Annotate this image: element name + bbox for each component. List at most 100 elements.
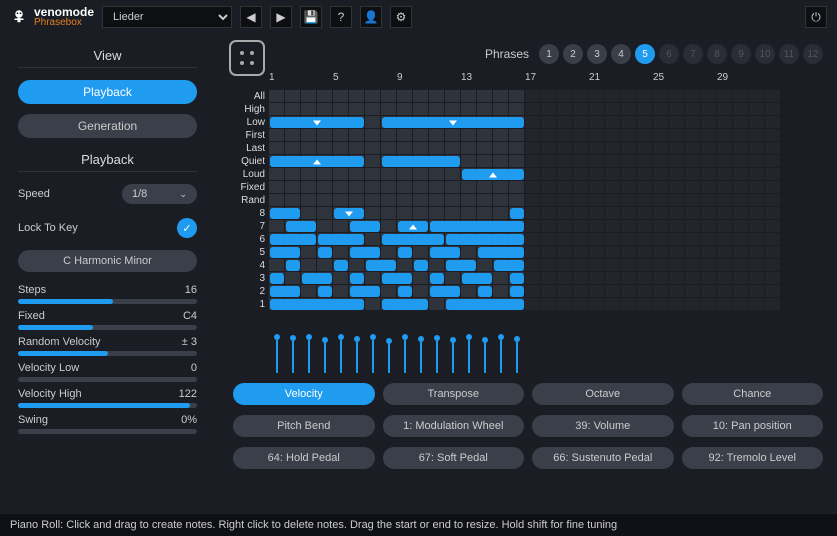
note[interactable]: [350, 247, 380, 258]
grid-cell[interactable]: [525, 90, 541, 103]
grid-cell[interactable]: [301, 207, 317, 220]
grid-cell[interactable]: [749, 246, 765, 259]
grid-cell[interactable]: [381, 246, 397, 259]
grid-cell[interactable]: [301, 194, 317, 207]
grid-cell[interactable]: [269, 129, 285, 142]
grid-cell[interactable]: [605, 246, 621, 259]
grid-cell[interactable]: [509, 194, 525, 207]
phrase-4[interactable]: 4: [611, 44, 631, 64]
user-button[interactable]: 👤: [360, 6, 382, 28]
lock-toggle[interactable]: ✓: [177, 218, 197, 238]
grid-cell[interactable]: [413, 90, 429, 103]
grid-cell[interactable]: [461, 207, 477, 220]
grid-cell[interactable]: [413, 103, 429, 116]
grid-cell[interactable]: [701, 168, 717, 181]
grid-cell[interactable]: [557, 194, 573, 207]
grid-cell[interactable]: [669, 272, 685, 285]
grid-cell[interactable]: [557, 155, 573, 168]
grid-cell[interactable]: [685, 285, 701, 298]
grid-cell[interactable]: [637, 220, 653, 233]
grid-cell[interactable]: [397, 181, 413, 194]
grid-cell[interactable]: [445, 181, 461, 194]
grid-cell[interactable]: [765, 272, 781, 285]
grid-cell[interactable]: [541, 298, 557, 311]
note[interactable]: [350, 273, 364, 284]
velocity-bar[interactable]: [493, 321, 509, 373]
grid-cell[interactable]: [701, 103, 717, 116]
grid-cell[interactable]: [349, 259, 365, 272]
grid-cell[interactable]: [317, 103, 333, 116]
grid-cell[interactable]: [573, 207, 589, 220]
vhi-slider[interactable]: [18, 403, 197, 408]
grid-cell[interactable]: [349, 129, 365, 142]
note[interactable]: [270, 234, 316, 245]
grid-cell[interactable]: [461, 181, 477, 194]
note[interactable]: [382, 299, 428, 310]
grid-cell[interactable]: [397, 103, 413, 116]
grid-cell[interactable]: [525, 155, 541, 168]
grid-cell[interactable]: [701, 285, 717, 298]
power-button[interactable]: ⏻: [805, 6, 827, 28]
grid-cell[interactable]: [637, 285, 653, 298]
grid-cell[interactable]: [557, 298, 573, 311]
grid-cell[interactable]: [461, 194, 477, 207]
grid-cell[interactable]: [749, 181, 765, 194]
velocity-bar[interactable]: [413, 321, 429, 373]
grid-cell[interactable]: [317, 207, 333, 220]
grid-cell[interactable]: [461, 129, 477, 142]
grid-cell[interactable]: [429, 194, 445, 207]
grid-cell[interactable]: [749, 116, 765, 129]
speed-dropdown[interactable]: 1/8⌄: [122, 184, 197, 204]
grid-cell[interactable]: [317, 181, 333, 194]
grid-cell[interactable]: [749, 103, 765, 116]
note[interactable]: [366, 260, 396, 271]
param-tab[interactable]: 67: Soft Pedal: [383, 447, 525, 469]
note[interactable]: [398, 286, 412, 297]
grid-cell[interactable]: [573, 298, 589, 311]
grid-cell[interactable]: [477, 181, 493, 194]
grid-cell[interactable]: [621, 259, 637, 272]
grid-cell[interactable]: [285, 103, 301, 116]
grid-cell[interactable]: [653, 298, 669, 311]
grid-cell[interactable]: [541, 129, 557, 142]
param-tab[interactable]: Transpose: [383, 383, 525, 405]
grid-cell[interactable]: [589, 272, 605, 285]
grid-cell[interactable]: [765, 246, 781, 259]
grid-cell[interactable]: [333, 285, 349, 298]
note[interactable]: [430, 221, 524, 232]
grid-cell[interactable]: [429, 298, 445, 311]
grid-cell[interactable]: [653, 194, 669, 207]
grid-cell[interactable]: [637, 168, 653, 181]
grid-cell[interactable]: [637, 129, 653, 142]
steps-slider[interactable]: [18, 299, 197, 304]
grid-cell[interactable]: [461, 90, 477, 103]
grid-cell[interactable]: [573, 103, 589, 116]
param-tab[interactable]: Chance: [682, 383, 824, 405]
grid-cell[interactable]: [541, 142, 557, 155]
grid-cell[interactable]: [573, 90, 589, 103]
grid-cell[interactable]: [493, 194, 509, 207]
grid-cell[interactable]: [525, 246, 541, 259]
grid-cell[interactable]: [525, 194, 541, 207]
note[interactable]: [382, 156, 460, 167]
grid-cell[interactable]: [589, 285, 605, 298]
grid-cell[interactable]: [621, 103, 637, 116]
grid-cell[interactable]: [685, 155, 701, 168]
grid-cell[interactable]: [669, 259, 685, 272]
grid-cell[interactable]: [317, 90, 333, 103]
note[interactable]: [350, 221, 380, 232]
grid-cell[interactable]: [717, 285, 733, 298]
note[interactable]: [446, 299, 524, 310]
grid-cell[interactable]: [669, 142, 685, 155]
grid-cell[interactable]: [685, 272, 701, 285]
grid-cell[interactable]: [365, 90, 381, 103]
grid-cell[interactable]: [621, 272, 637, 285]
param-tab[interactable]: 92: Tremolo Level: [682, 447, 824, 469]
velocity-bar[interactable]: [509, 321, 525, 373]
grid-cell[interactable]: [701, 298, 717, 311]
note[interactable]: [462, 273, 492, 284]
grid-cell[interactable]: [317, 168, 333, 181]
grid-cell[interactable]: [589, 103, 605, 116]
grid-cell[interactable]: [589, 129, 605, 142]
note[interactable]: [270, 273, 284, 284]
